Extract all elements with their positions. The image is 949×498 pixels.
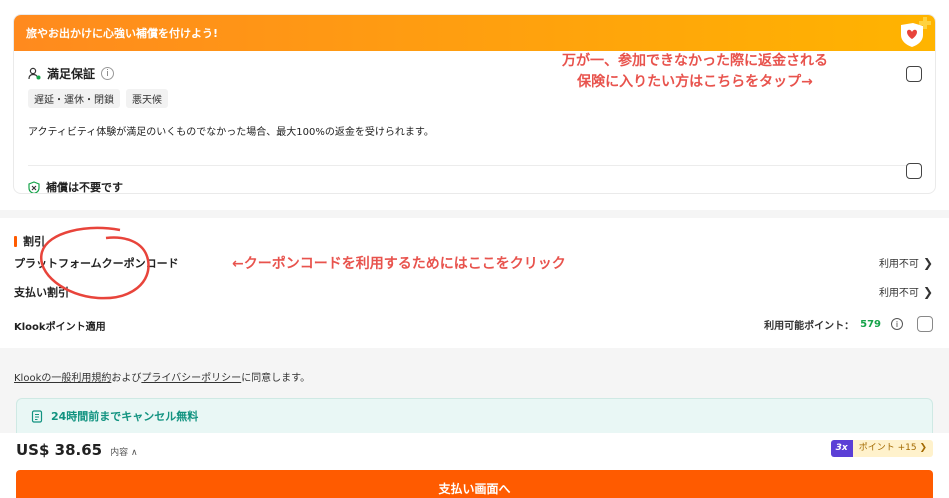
coupon-status[interactable]: 利用不可 ❯ <box>878 255 933 271</box>
document-icon <box>31 409 43 423</box>
klook-points-label: Klookポイント適用 <box>14 322 106 333</box>
insurance-banner-text: 旅やお出かけに心強い補償を付けよう! <box>26 27 219 40</box>
insurance-banner: 旅やお出かけに心強い補償を付けよう! <box>14 15 935 51</box>
insurance-annotation: 万が一、参加できなかった際に返金される 保険に入りたい方はこちらをタップ→ <box>500 51 890 93</box>
points-earned-text: ポイント +15 ❯ <box>852 440 933 457</box>
free-cancellation-notice: 24時間前までキャンセル無料 <box>16 398 933 434</box>
plan-tag: 遅延・運休・閉鎖 <box>28 89 120 108</box>
shield-heart-logo-icon <box>901 17 931 47</box>
klook-points-checkbox[interactable] <box>917 316 933 332</box>
shield-x-icon <box>28 180 40 193</box>
coupon-highlight-circle <box>40 226 150 300</box>
payment-discount-status-text: 利用不可 <box>878 288 919 299</box>
discount-section: 割引 プラットフォームクーポンコード 利用不可 ❯ 支払い割引 利用不可 ❯ K… <box>0 218 949 348</box>
insurance-annotation-line2: 保険に入りたい方はこちらをタップ→ <box>577 74 813 90</box>
free-cancellation-text: 24時間前までキャンセル無料 <box>51 410 199 423</box>
breakdown-label: 内容 <box>110 448 129 458</box>
coupon-annotation: ←クーポンコードを利用するためにはここをクリック <box>232 256 566 272</box>
coupon-status-text: 利用不可 <box>878 259 919 270</box>
divider <box>28 165 921 166</box>
price-summary: US$ 38.65 内容 ∧ <box>16 441 138 459</box>
section-title-accent <box>14 235 17 247</box>
terms-and: および <box>111 373 142 384</box>
terms-agreement: Klookの一般利用規約およびプライバシーポリシーに同意します。 <box>14 369 310 384</box>
total-price: US$ 38.65 <box>16 441 103 459</box>
privacy-policy-link[interactable]: プライバシーポリシー <box>141 373 241 384</box>
points-badge[interactable]: 3x ポイント +15 ❯ <box>830 440 933 457</box>
chevron-up-icon: ∧ <box>130 448 138 458</box>
no-insurance-label: 補償は不要です <box>46 181 123 194</box>
terms-of-use-link[interactable]: Klookの一般利用規約 <box>14 373 111 384</box>
checkout-bottom-bar: US$ 38.65 内容 ∧ 3x ポイント +15 ❯ 支払い画面へ <box>0 433 949 498</box>
insurance-card: 旅やお出かけに心強い補償を付けよう! 満足保証 i 遅延・運休・閉鎖 悪天候 ア… <box>13 14 936 194</box>
no-insurance-checkbox[interactable] <box>906 163 922 179</box>
available-points-value: 579 <box>860 318 881 330</box>
points-multiplier: 3x <box>830 440 853 457</box>
info-icon[interactable]: i <box>101 67 115 80</box>
satisfaction-plan-checkbox[interactable] <box>906 66 922 82</box>
info-icon[interactable]: i <box>891 318 903 330</box>
user-shield-icon <box>28 67 41 80</box>
chevron-right-icon: ❯ <box>922 255 933 270</box>
no-insurance-option[interactable]: 補償は不要です <box>28 179 123 194</box>
chevron-right-icon: ❯ <box>919 443 927 453</box>
price-breakdown-toggle[interactable]: 内容 ∧ <box>110 445 137 458</box>
plan-title: 満足保証 <box>47 67 96 81</box>
chevron-right-icon: ❯ <box>922 284 933 299</box>
plan-description: アクティビティ体験が満足のいくものでなかった場合、最大100%の返金を受けられま… <box>28 127 434 138</box>
available-points-label: 利用可能ポイント： <box>764 320 855 332</box>
insurance-annotation-line1: 万が一、参加できなかった際に返金される <box>562 53 828 69</box>
payment-discount-status[interactable]: 利用不可 ❯ <box>878 284 933 300</box>
points-earned-label: ポイント +15 <box>858 443 917 453</box>
proceed-to-payment-button[interactable]: 支払い画面へ <box>16 470 933 498</box>
klook-points-control: 利用可能ポイント： 579 i <box>764 316 933 332</box>
insurance-section: 旅やお出かけに心強い補償を付けよう! 満足保証 i 遅延・運休・閉鎖 悪天候 ア… <box>0 0 949 210</box>
plan-tag: 悪天候 <box>126 89 168 108</box>
terms-suffix: に同意します。 <box>241 373 311 384</box>
